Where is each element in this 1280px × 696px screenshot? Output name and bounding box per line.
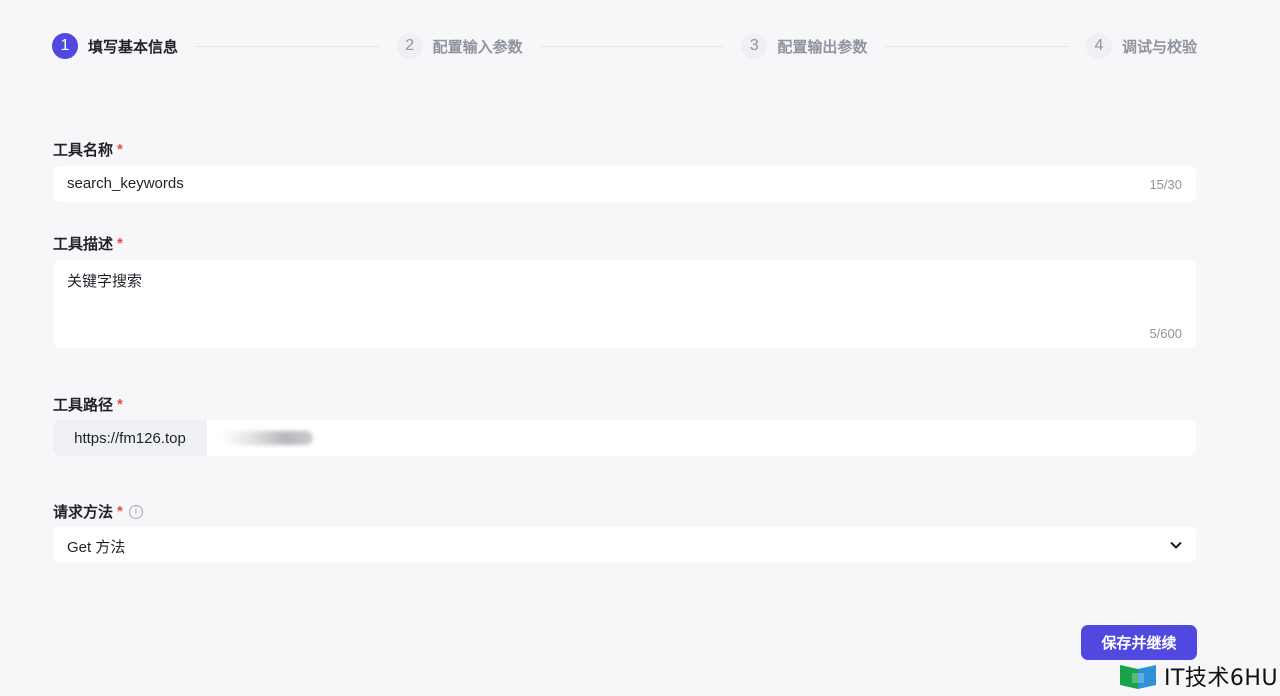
required-mark: *: [117, 141, 123, 158]
request-method-value: Get 方法: [67, 539, 126, 556]
tool-name-counter: 15/30: [1149, 177, 1182, 192]
step-label: 填写基本信息: [88, 38, 179, 56]
required-mark: *: [117, 396, 123, 413]
request-method-select[interactable]: Get 方法: [53, 527, 1196, 563]
tool-description-textarea[interactable]: 关键字搜索 5/600: [53, 260, 1196, 348]
tool-name-value: search_keywords: [67, 175, 184, 192]
step-number: 2: [396, 33, 423, 59]
tool-description-counter: 5/600: [1149, 326, 1182, 341]
tool-name-label: 工具名称 *: [53, 139, 123, 160]
step-number: 3: [741, 33, 768, 59]
step-divider: [885, 45, 1068, 47]
tool-name-input[interactable]: search_keywords 15/30: [53, 166, 1196, 202]
info-icon[interactable]: i: [128, 504, 143, 519]
redacted-path-value: [221, 431, 313, 445]
step-4[interactable]: 4 调试与校验: [1085, 33, 1197, 59]
tool-path-prefix: https://fm126.top: [53, 420, 207, 456]
step-2[interactable]: 2 配置输入参数: [396, 33, 523, 59]
step-3[interactable]: 3 配置输出参数: [741, 33, 867, 59]
step-number: 1: [52, 33, 78, 59]
required-mark: *: [117, 235, 123, 252]
tool-description-label: 工具描述 *: [53, 233, 123, 254]
watermark-logo-icon: [1120, 665, 1156, 689]
step-divider: [196, 45, 379, 47]
step-divider: [540, 45, 724, 47]
field-label-text: 工具路径: [53, 397, 114, 414]
save-and-continue-button[interactable]: 保存并继续: [1081, 625, 1197, 660]
field-label-text: 工具描述: [53, 236, 114, 253]
chevron-down-icon: [1170, 542, 1182, 549]
request-method-label: 请求方法 * i: [53, 501, 143, 522]
watermark-text: IT技术6HU: [1164, 666, 1279, 691]
field-label-text: 工具名称: [53, 142, 114, 159]
step-number: 4: [1085, 33, 1112, 59]
tool-path-input[interactable]: https://fm126.top: [53, 420, 1196, 456]
step-label: 配置输出参数: [777, 38, 868, 56]
step-label: 调试与校验: [1121, 38, 1197, 56]
stepper: 1 填写基本信息 2 配置输入参数 3 配置输出参数 4 调试与校验: [52, 32, 1197, 60]
field-label-text: 请求方法: [53, 504, 114, 521]
step-label: 配置输入参数: [432, 38, 523, 56]
watermark: IT技术6HU: [1118, 660, 1278, 692]
tool-description-value: 关键字搜索: [67, 273, 143, 290]
step-1[interactable]: 1 填写基本信息: [52, 33, 178, 59]
required-mark: *: [117, 503, 123, 520]
tool-path-label: 工具路径 *: [53, 394, 123, 415]
